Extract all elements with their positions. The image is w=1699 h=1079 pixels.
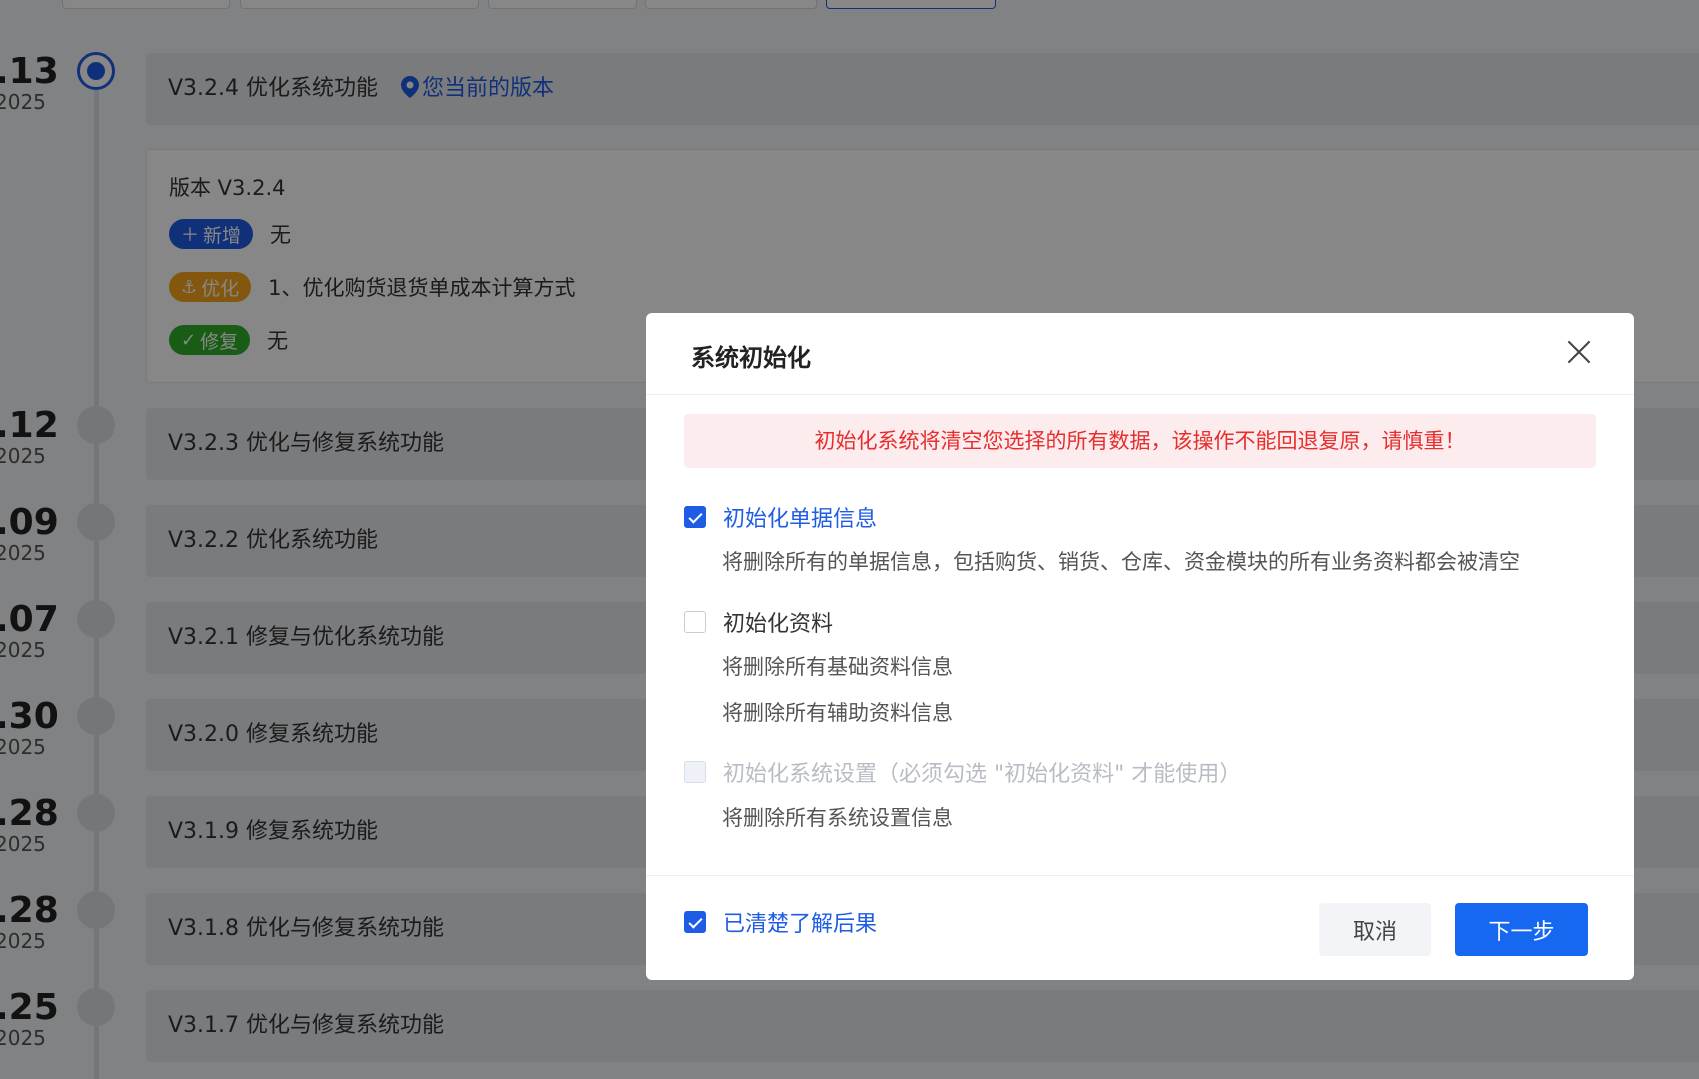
acknowledge-option[interactable]: 已清楚了解后果 <box>684 906 877 938</box>
dialog-footer: 已清楚了解后果 取消 下一步 <box>646 875 1634 980</box>
option-init-settings: 初始化系统设置（必须勾选 "初始化资料" 才能使用） <box>684 756 1241 788</box>
option-init-documents[interactable]: 初始化单据信息 <box>684 501 877 533</box>
option-init-data-label[interactable]: 初始化资料 <box>723 606 833 638</box>
option-init-settings-label: 初始化系统设置（必须勾选 "初始化资料" 才能使用） <box>723 762 1242 787</box>
cancel-button[interactable]: 取消 <box>1319 903 1431 956</box>
acknowledge-label[interactable]: 已清楚了解后果 <box>723 906 877 938</box>
system-init-dialog: 系统初始化 初始化系统将清空您选择的所有数据，该操作不能回退复原，请慎重！ 初始… <box>646 313 1634 980</box>
option-init-data-desc-1: 将删除所有基础资料信息 <box>722 655 953 679</box>
close-icon[interactable] <box>1564 337 1594 367</box>
checkbox-init-data[interactable] <box>684 611 706 633</box>
checkbox-init-documents[interactable] <box>684 506 706 528</box>
dialog-header: 系统初始化 <box>646 313 1634 395</box>
option-init-documents-label[interactable]: 初始化单据信息 <box>723 501 877 533</box>
checkbox-init-settings <box>684 761 706 783</box>
option-init-data-desc-2: 将删除所有辅助资料信息 <box>722 701 953 725</box>
dialog-title: 系统初始化 <box>691 344 811 372</box>
next-step-button[interactable]: 下一步 <box>1455 903 1588 956</box>
option-init-settings-desc: 将删除所有系统设置信息 <box>722 806 953 830</box>
option-init-documents-desc: 将删除所有的单据信息，包括购货、销货、仓库、资金模块的所有业务资料都会被清空 <box>722 550 1520 574</box>
warning-banner: 初始化系统将清空您选择的所有数据，该操作不能回退复原，请慎重！ <box>684 414 1596 468</box>
checkbox-acknowledge[interactable] <box>684 911 706 933</box>
page: .13 2025 V3.2.4 优化系统功能 您当前的版本 版本 V3.2.4 … <box>0 0 1699 1079</box>
option-init-data[interactable]: 初始化资料 <box>684 606 833 638</box>
